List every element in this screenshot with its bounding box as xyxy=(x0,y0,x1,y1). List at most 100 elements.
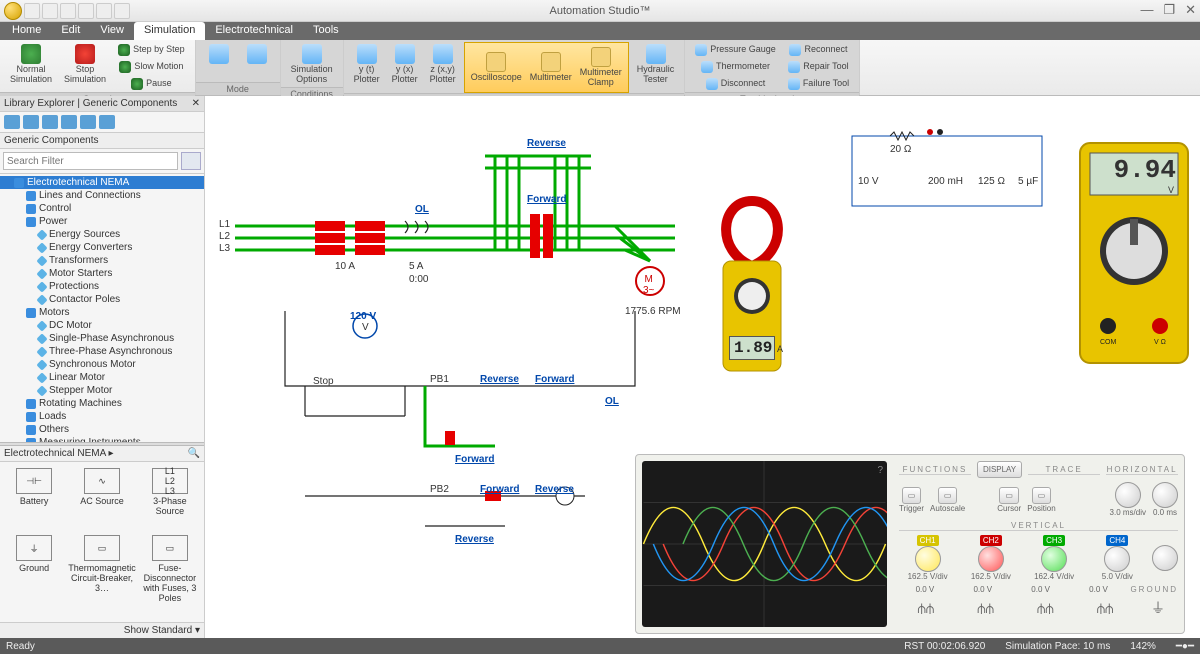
ch1-vdiv-knob[interactable] xyxy=(915,546,941,572)
failure-tool-button[interactable]: Failure Tool xyxy=(784,76,853,92)
tab-edit[interactable]: Edit xyxy=(51,22,90,40)
palette-item[interactable]: ⊣⊢Battery xyxy=(4,466,64,531)
hpos-knob[interactable] xyxy=(1152,482,1178,508)
component-tree[interactable]: Electrotechnical NEMALines and Connectio… xyxy=(0,174,204,442)
tool-icon[interactable] xyxy=(23,115,39,129)
multimeter-button[interactable]: Multimeter xyxy=(526,45,576,90)
tree-item[interactable]: Transformers xyxy=(0,254,204,267)
oscilloscope-button[interactable]: Oscilloscope xyxy=(467,45,526,90)
autoscale-button[interactable]: ▭ xyxy=(938,487,958,504)
qat-print-icon[interactable] xyxy=(78,3,94,19)
schematic-canvas[interactable]: L1 L2 L3 10 A OL 5 A 0:00 Reverse Forwar… xyxy=(205,96,1200,638)
trigger-button[interactable]: ▭ xyxy=(902,487,922,504)
forward-link-3[interactable]: Forward xyxy=(480,484,519,495)
probe-jack-icon[interactable]: ⫛⫛ xyxy=(1078,600,1132,617)
probe-jack-icon[interactable]: ⫛⫛ xyxy=(959,600,1013,617)
time-knob[interactable] xyxy=(1115,482,1141,508)
ch3-vdiv-knob[interactable] xyxy=(1041,546,1067,572)
ol-link[interactable]: OL xyxy=(605,396,619,407)
reverse-link-2[interactable]: Reverse xyxy=(535,484,574,495)
display-button[interactable]: DISPLAY xyxy=(977,461,1022,478)
tree-item[interactable]: Energy Sources xyxy=(0,228,204,241)
panel-close-icon[interactable]: ✕ xyxy=(192,98,200,109)
qat-redo-icon[interactable] xyxy=(60,3,76,19)
tool-icon[interactable] xyxy=(80,115,96,129)
tree-item[interactable]: Loads xyxy=(0,410,204,423)
stop-simulation-button[interactable]: Stop Simulation xyxy=(60,42,110,87)
ch4-vdiv-knob[interactable] xyxy=(1104,546,1130,572)
multimeter[interactable]: 9.94 V COM V Ω xyxy=(1078,141,1190,369)
tree-item[interactable]: Three-Phase Asynchronous xyxy=(0,345,204,358)
reverse-link-3[interactable]: Reverse xyxy=(455,534,494,545)
help-icon[interactable]: ? xyxy=(877,465,883,476)
tree-item[interactable]: DC Motor xyxy=(0,319,204,332)
yx-plotter-button[interactable]: y (x) Plotter xyxy=(388,42,422,87)
search-icon[interactable]: 🔍 xyxy=(188,448,200,459)
probe-jack-icon[interactable]: ⫛⫛ xyxy=(899,600,953,617)
hydraulic-tester-button[interactable]: Hydraulic Tester xyxy=(633,42,679,87)
tree-item[interactable]: Electrotechnical NEMA xyxy=(0,176,204,189)
tree-item[interactable]: Linear Motor xyxy=(0,371,204,384)
tab-tools[interactable]: Tools xyxy=(303,22,349,40)
qat-undo-icon[interactable] xyxy=(42,3,58,19)
qat-save-icon[interactable] xyxy=(24,3,40,19)
reconnect-button[interactable]: Reconnect xyxy=(784,42,853,58)
forward-link[interactable]: Forward xyxy=(535,374,574,385)
simulation-options-button[interactable]: Simulation Options xyxy=(287,42,337,87)
palette-item[interactable]: L1 L2 L33-Phase Source xyxy=(140,466,200,531)
tool-icon[interactable] xyxy=(99,115,115,129)
reverse-label[interactable]: Reverse xyxy=(527,138,566,149)
close-button[interactable]: ✕ xyxy=(1185,2,1196,18)
ch2-vdiv-knob[interactable] xyxy=(978,546,1004,572)
qat-icon[interactable] xyxy=(96,3,112,19)
palette-item[interactable]: ▭Fuse-Disconnector with Fuses, 3 Poles xyxy=(140,533,200,618)
panel-tab[interactable]: Generic Components xyxy=(0,133,204,149)
normal-simulation-button[interactable]: Normal Simulation xyxy=(6,42,56,87)
zxy-plotter-button[interactable]: z (x,y) Plotter xyxy=(426,42,460,87)
search-options-button[interactable] xyxy=(181,152,201,170)
qat-icon[interactable] xyxy=(114,3,130,19)
reverse-link[interactable]: Reverse xyxy=(480,374,519,385)
position-button[interactable]: ▭ xyxy=(1032,487,1052,504)
probe-jack-icon[interactable]: ⫛⫛ xyxy=(1019,600,1073,617)
tree-item[interactable]: Contactor Poles xyxy=(0,293,204,306)
tab-view[interactable]: View xyxy=(90,22,134,40)
ground-jack-icon[interactable]: ⏚ xyxy=(1138,598,1178,618)
pause-button[interactable]: Pause xyxy=(114,76,189,92)
search-input[interactable] xyxy=(3,152,178,170)
tree-item[interactable]: Rotating Machines xyxy=(0,397,204,410)
breadcrumb[interactable]: Electrotechnical NEMA ▸ xyxy=(4,448,114,459)
tree-item[interactable]: Motor Starters xyxy=(0,267,204,280)
repair-tool-button[interactable]: Repair Tool xyxy=(784,59,853,75)
tool-icon[interactable] xyxy=(61,115,77,129)
tree-item[interactable]: Energy Converters xyxy=(0,241,204,254)
minimize-button[interactable]: — xyxy=(1140,2,1153,18)
tree-item[interactable]: Power xyxy=(0,215,204,228)
yt-plotter-button[interactable]: y (t) Plotter xyxy=(350,42,384,87)
tree-item[interactable]: Motors xyxy=(0,306,204,319)
tool-icon[interactable] xyxy=(42,115,58,129)
tab-electrotechnical[interactable]: Electrotechnical xyxy=(205,22,303,40)
tree-item[interactable]: Stepper Motor xyxy=(0,384,204,397)
tree-item[interactable]: Single-Phase Asynchronous xyxy=(0,332,204,345)
palette-item[interactable]: ∿AC Source xyxy=(66,466,138,531)
forward-link-2[interactable]: Forward xyxy=(455,454,494,465)
disconnect-button[interactable]: Disconnect xyxy=(691,76,780,92)
mode-button-2[interactable] xyxy=(240,42,274,67)
clamp-meter[interactable]: 1.89 A xyxy=(705,196,800,399)
ol-label[interactable]: OL xyxy=(415,204,429,215)
step-by-step-button[interactable]: Step by Step xyxy=(114,42,189,58)
oscilloscope[interactable]: ? FUNCTIONS DISPLAY TRACE HORIZONTAL ▭Tr… xyxy=(635,454,1185,634)
palette-item[interactable]: ▭Thermomagnetic Circuit-Breaker, 3… xyxy=(66,533,138,618)
thermometer-button[interactable]: Thermometer xyxy=(691,59,780,75)
tab-simulation[interactable]: Simulation xyxy=(134,22,205,40)
zoom-slider[interactable]: ━●━ xyxy=(1176,641,1194,652)
extra-knob[interactable] xyxy=(1152,545,1178,571)
slow-motion-button[interactable]: Slow Motion xyxy=(114,59,189,75)
tree-item[interactable]: Protections xyxy=(0,280,204,293)
forward-label[interactable]: Forward xyxy=(527,194,566,205)
tab-home[interactable]: Home xyxy=(2,22,51,40)
tree-item[interactable]: Others xyxy=(0,423,204,436)
cursor-button[interactable]: ▭ xyxy=(999,487,1019,504)
tool-icon[interactable] xyxy=(4,115,20,129)
